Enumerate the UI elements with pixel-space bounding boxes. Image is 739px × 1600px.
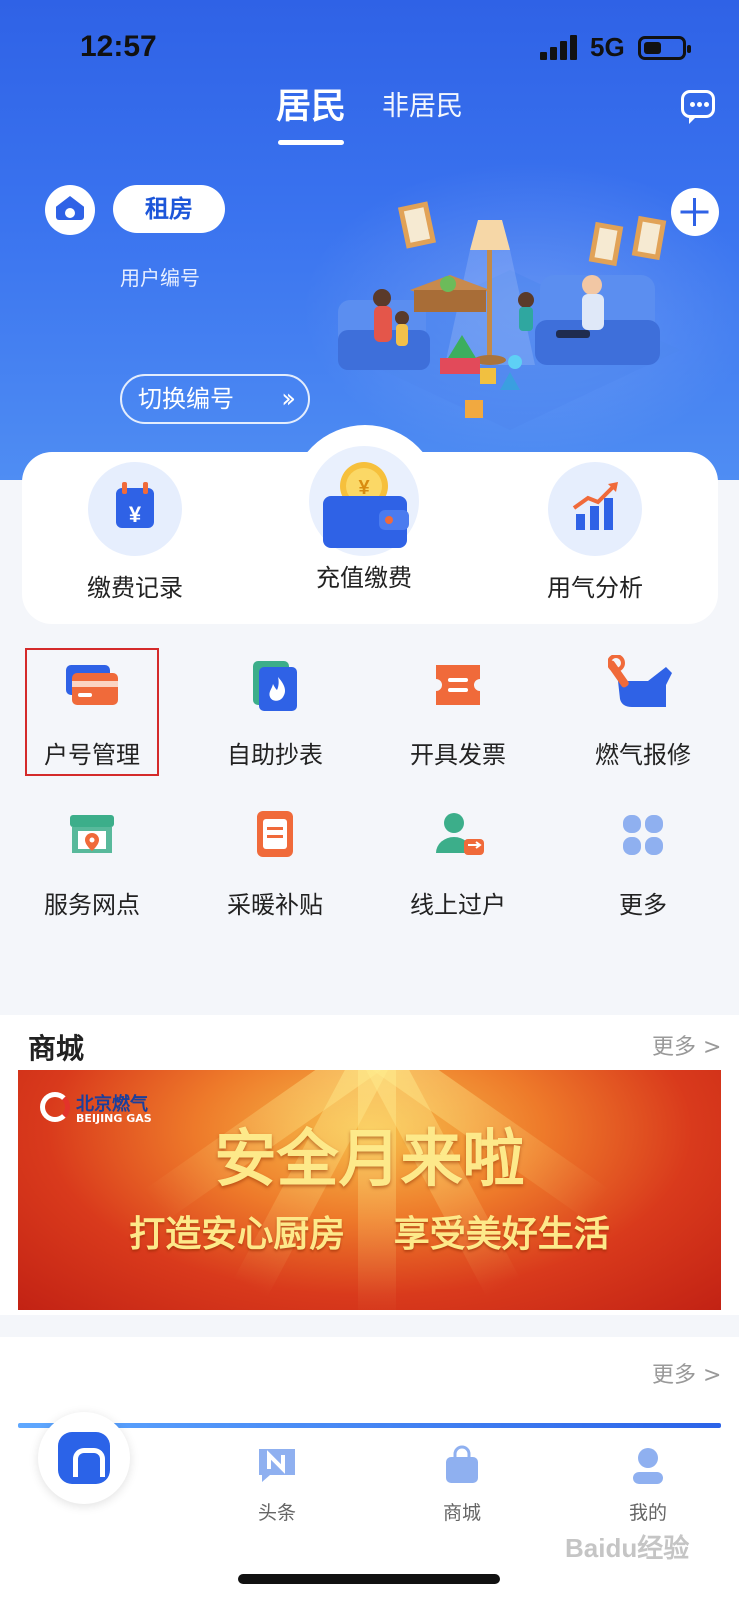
issue-invoice-label: 开具发票: [410, 741, 506, 769]
nav-mall[interactable]: 商城: [417, 1444, 507, 1525]
signal-icon: [540, 34, 580, 60]
home-icon: [58, 1432, 110, 1484]
store-location-icon: [62, 805, 122, 865]
house-icon[interactable]: [45, 185, 95, 235]
quick-payment-records[interactable]: ¥ 缴费记录: [35, 462, 235, 603]
calendar-yuan-icon: ¥: [88, 462, 182, 556]
service-outlets-label: 服务网点: [44, 891, 140, 919]
recharge-payment-label: 充值缴费: [316, 564, 412, 592]
nav-mine-label: 我的: [628, 1502, 667, 1524]
wallet-icon: ¥: [309, 446, 419, 556]
tab-non-resident[interactable]: 非居民: [382, 84, 463, 123]
banner-subtitle: 打造安心厨房 享受美好生活: [18, 1205, 721, 1257]
rent-tag[interactable]: 租房: [113, 185, 225, 233]
quick-recharge-payment[interactable]: ¥ 充值缴费: [264, 446, 464, 593]
profile-icon: [627, 1444, 669, 1486]
gas-analysis-label: 用气分析: [547, 574, 643, 602]
network-type: 5G: [590, 32, 625, 62]
bar-chart-icon: [548, 462, 642, 556]
service-more[interactable]: 更多: [563, 805, 723, 920]
online-transfer-label: 线上过户: [410, 891, 506, 919]
more-label: 更多: [619, 891, 667, 919]
mall-more-link[interactable]: 更多 >: [652, 1029, 721, 1061]
switch-number-label: 切换编号: [138, 385, 234, 413]
service-online-transfer[interactable]: 线上过户: [378, 805, 538, 920]
message-icon[interactable]: [681, 90, 715, 124]
nav-mine[interactable]: 我的: [603, 1444, 693, 1525]
wrench-icon: [607, 654, 678, 715]
header-hero: 12:57 5G 居民 非居民 租房 用户编号 切换编号 ››: [0, 0, 739, 480]
section2-more-link[interactable]: 更多 >: [652, 1357, 721, 1389]
banner-title: 安全月来啦: [214, 1122, 525, 1195]
payment-records-label: 缴费记录: [87, 574, 183, 602]
svg-text:¥: ¥: [129, 502, 142, 527]
self-meter-reading-label: 自助抄表: [227, 741, 323, 769]
user-transfer-icon: [428, 805, 488, 865]
nav-mall-label: 商城: [442, 1502, 481, 1524]
quick-gas-analysis[interactable]: 用气分析: [495, 462, 695, 603]
baidu-watermark: Baidu经验: [565, 1533, 690, 1563]
double-chevron-icon: ››: [281, 384, 296, 414]
service-issue-invoice[interactable]: 开具发票: [378, 655, 538, 770]
nav-home[interactable]: [38, 1412, 130, 1504]
home-indicator[interactable]: [238, 1574, 500, 1584]
status-time: 12:57: [80, 30, 157, 63]
account-management-label: 户号管理: [44, 741, 140, 769]
document-icon: [245, 805, 305, 865]
status-bar: 12:57 5G: [0, 0, 739, 90]
grid-more-icon: [613, 805, 673, 865]
service-self-meter-reading[interactable]: 自助抄表: [195, 655, 355, 770]
heating-subsidy-label: 采暖补贴: [227, 891, 323, 919]
service-account-management[interactable]: 户号管理: [12, 655, 172, 770]
nav-news[interactable]: 头条: [232, 1444, 322, 1525]
banner-subtitle-left: 打造安心厨房: [129, 1213, 346, 1255]
switch-number-button[interactable]: 切换编号 ››: [120, 374, 310, 424]
svg-text:¥: ¥: [358, 477, 370, 499]
card-icon: [62, 655, 122, 715]
tab-resident[interactable]: 居民: [276, 78, 346, 145]
invoice-icon: [428, 655, 488, 715]
mall-title: 商城: [28, 1032, 85, 1065]
nav-accent-line: [18, 1423, 721, 1428]
user-number-label: 用户编号: [120, 266, 200, 290]
gas-repair-label: 燃气报修: [595, 741, 691, 769]
service-gas-repair[interactable]: 燃气报修: [563, 654, 723, 770]
flame-icon: [245, 655, 305, 715]
battery-icon: [638, 36, 691, 60]
nav-news-label: 头条: [257, 1502, 296, 1524]
service-service-outlets[interactable]: 服务网点: [12, 805, 172, 920]
living-room-illustration: [338, 201, 680, 430]
shopping-bag-icon: [441, 1444, 483, 1486]
safety-month-banner[interactable]: 北京燃气 BEIJING GAS 安全月来啦 打造安心厨房 享受美好生活: [18, 1070, 721, 1310]
mall-section: 商城 更多 > 北京燃气 BEIJING GAS 安全月来啦 打造安心厨房 享受…: [0, 1015, 739, 1315]
banner-subtitle-right: 享受美好生活: [393, 1213, 610, 1255]
service-heating-subsidy[interactable]: 采暖补贴: [195, 805, 355, 920]
news-icon: [256, 1444, 298, 1486]
